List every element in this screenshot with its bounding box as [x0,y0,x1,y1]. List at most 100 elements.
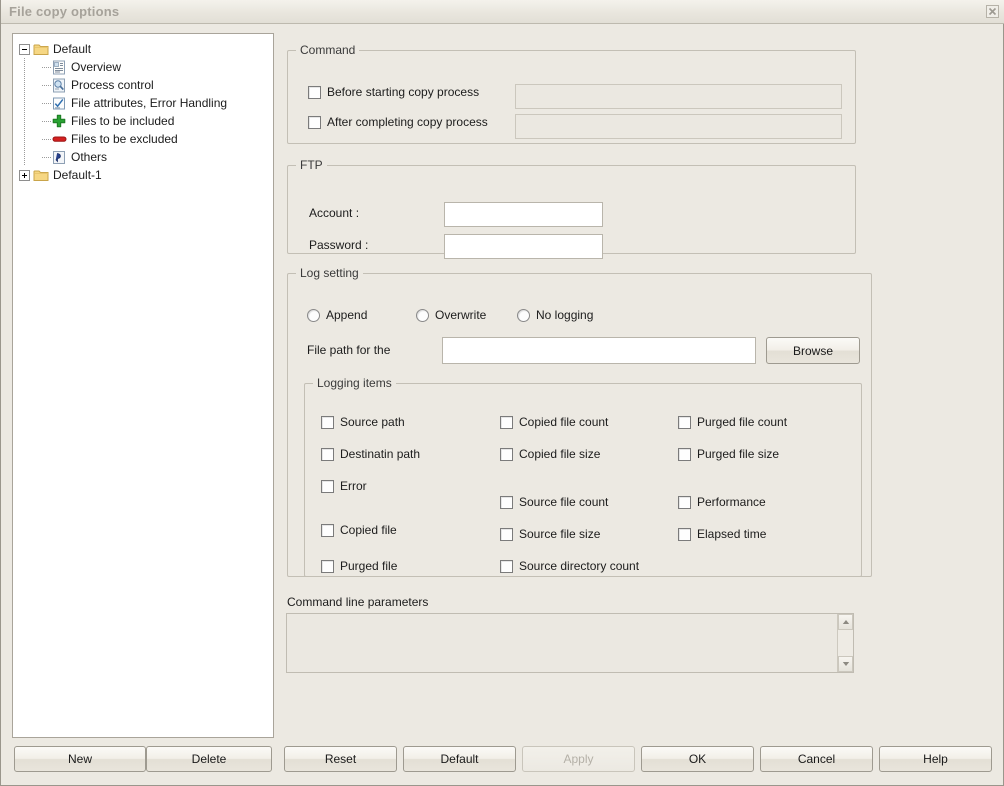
profile-tree: Default Overview Process control File at… [13,34,273,184]
logging-item-purged-file-size[interactable]: Purged file size [678,447,779,461]
before-copy-label: Before starting copy process [327,85,480,99]
before-copy-checkbox[interactable] [308,85,321,99]
purged-file-size-label: Purged file size [697,447,780,461]
logging-item-elapsed-time[interactable]: Elapsed time [678,527,766,541]
purged-file-count-checkbox[interactable] [678,415,691,429]
logging-item-copied-file-count[interactable]: Copied file count [500,415,608,429]
performance-checkbox[interactable] [678,495,691,509]
tree-item-label: Others [71,150,108,164]
chevron-down-icon[interactable] [838,656,853,672]
logging-item-error[interactable]: Error [321,479,367,493]
source-directory-count-checkbox[interactable] [500,559,513,573]
overwrite-radio[interactable] [416,308,429,322]
source-file-size-checkbox[interactable] [500,527,513,541]
copied-file-size-label: Copied file size [519,447,601,461]
logging-item-purged-file-count[interactable]: Purged file count [678,415,787,429]
source-file-size-label: Source file size [519,527,601,541]
close-icon[interactable] [982,2,1002,21]
logging-item-purged-file[interactable]: Purged file [321,559,397,573]
command-line-parameters-textarea[interactable] [287,614,837,672]
log-mode-no-logging[interactable]: No logging [517,308,593,322]
new-button[interactable]: New [14,746,146,772]
command-group-legend: Command [300,43,356,57]
destination-path-checkbox[interactable] [321,447,334,461]
tree-item-default-1[interactable]: Default-1 [19,166,269,184]
log-mode-append[interactable]: Append [307,308,367,322]
logging-items-legend: Logging items [317,376,392,390]
tree-item-others[interactable]: Others [37,148,269,166]
file-copy-options-dialog: File copy options Default Overview Proce… [0,0,1004,786]
tree-item-default[interactable]: Default [19,40,269,58]
browse-button[interactable]: Browse [766,337,860,364]
help-button[interactable]: Help [879,746,992,772]
tree-item-files-included[interactable]: Files to be included [37,112,269,130]
ftp-password-input[interactable] [444,234,603,259]
ftp-group: FTP Account : Password : [287,158,856,259]
logging-item-performance[interactable]: Performance [678,495,766,509]
command-line-scrollbar[interactable] [837,614,853,672]
logging-item-source-path[interactable]: Source path [321,415,405,429]
log-file-path-input[interactable] [442,337,756,364]
tree-item-files-excluded[interactable]: Files to be excluded [37,130,269,148]
ok-button[interactable]: OK [641,746,754,772]
source-path-checkbox[interactable] [321,415,334,429]
purged-file-checkbox[interactable] [321,559,334,573]
before-copy-command-input[interactable] [515,84,842,109]
ftp-account-input[interactable] [444,202,603,227]
tree-expander-expand-icon[interactable] [19,169,30,181]
copied-file-checkbox[interactable] [321,523,334,537]
tree-expander-collapse-icon[interactable] [19,43,30,55]
tree-item-label: Files to be included [71,114,175,128]
file-attributes-icon [51,95,67,111]
performance-label: Performance [697,495,766,509]
source-file-count-checkbox[interactable] [500,495,513,509]
tree-item-label: Default-1 [53,168,102,182]
log-setting-group: Log setting Append Overwrite No logging … [287,266,872,577]
no-logging-radio[interactable] [517,308,530,322]
logging-item-source-file-size[interactable]: Source file size [500,527,600,541]
logging-item-source-file-count[interactable]: Source file count [500,495,608,509]
purged-file-size-checkbox[interactable] [678,447,691,461]
tree-item-file-attributes[interactable]: File attributes, Error Handling [37,94,269,112]
copied-file-size-checkbox[interactable] [500,447,513,461]
logging-item-copied-file[interactable]: Copied file [321,523,397,537]
ftp-group-legend: FTP [300,158,323,172]
log-mode-overwrite[interactable]: Overwrite [416,308,486,322]
red-minus-icon [51,131,67,147]
command-group: Command Before starting copy process Aft… [287,43,856,144]
purged-file-label: Purged file [340,559,398,573]
logging-item-source-directory-count[interactable]: Source directory count [500,559,639,573]
delete-button[interactable]: Delete [146,746,272,772]
ftp-password-label: Password : [309,238,369,252]
error-label: Error [340,479,367,493]
others-flag-icon [51,149,67,165]
green-plus-icon [51,113,67,129]
logging-item-copied-file-size[interactable]: Copied file size [500,447,600,461]
before-copy-row: Before starting copy process [308,85,479,99]
elapsed-time-checkbox[interactable] [678,527,691,541]
append-radio[interactable] [307,308,320,322]
command-line-parameters-box[interactable] [286,613,854,673]
after-copy-label: After completing copy process [327,115,488,129]
tree-item-process-control[interactable]: Process control [37,76,269,94]
reset-button[interactable]: Reset [284,746,397,772]
chevron-up-icon[interactable] [838,614,853,630]
cancel-button[interactable]: Cancel [760,746,873,772]
tree-item-overview[interactable]: Overview [37,58,269,76]
default-button[interactable]: Default [403,746,516,772]
copied-file-count-label: Copied file count [519,415,609,429]
after-copy-command-input[interactable] [515,114,842,139]
apply-button[interactable]: Apply [522,746,635,772]
profile-tree-panel[interactable]: Default Overview Process control File at… [12,33,274,738]
copied-file-count-checkbox[interactable] [500,415,513,429]
destination-path-label: Destinatin path [340,447,421,461]
append-label: Append [326,308,368,322]
after-copy-checkbox[interactable] [308,115,321,129]
error-checkbox[interactable] [321,479,334,493]
command-line-parameters-label: Command line parameters [287,595,429,609]
logging-item-destination-path[interactable]: Destinatin path [321,447,420,461]
source-directory-count-label: Source directory count [519,559,640,573]
tree-children-default: Overview Process control File attributes… [19,58,269,166]
copied-file-label: Copied file [340,523,397,537]
folder-icon [33,41,49,57]
